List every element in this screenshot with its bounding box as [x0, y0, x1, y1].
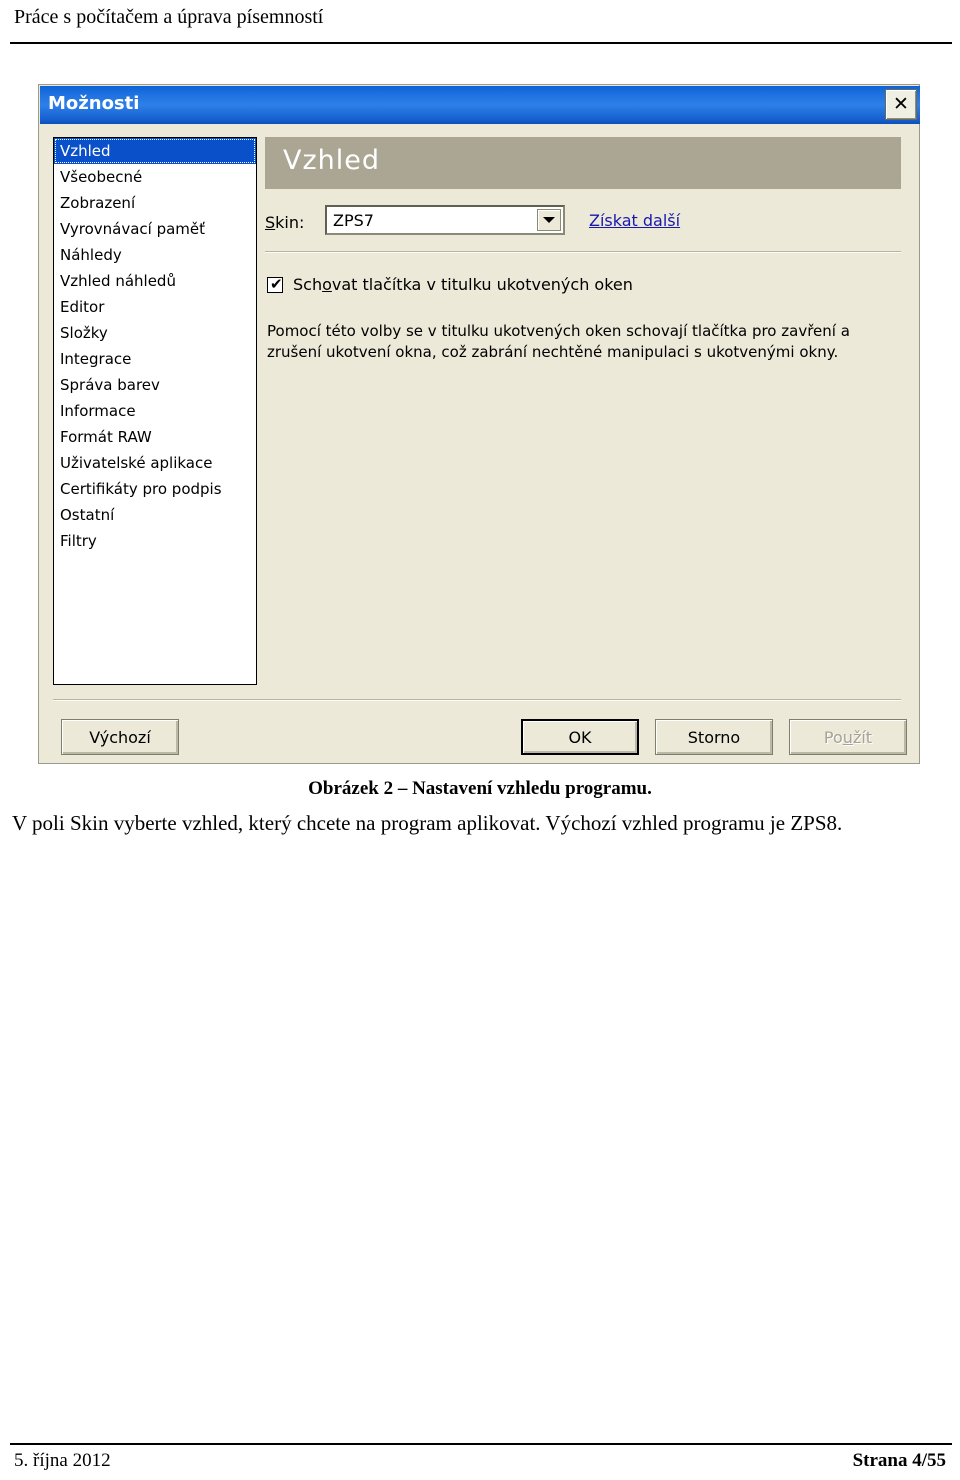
sidebar-item-7[interactable]: Složky [54, 320, 256, 346]
footer-divider [10, 1443, 952, 1445]
hide-buttons-checkbox-label: Schovat tlačítka v titulku ukotvených ok… [293, 275, 633, 294]
options-dialog: Možnosti ✕ Vzhled Všeobecné Zobrazení Vyrov… [38, 84, 920, 764]
check-icon: ✔ [270, 275, 283, 293]
ok-button[interactable]: OK [521, 719, 639, 755]
skin-dropdown-button[interactable] [537, 209, 561, 231]
option-description: Pomocí této volby se v titulku ukotvenýc… [267, 322, 850, 361]
footer-date: 5. října 2012 [14, 1450, 111, 1471]
skin-label: Skin: [265, 213, 305, 232]
sidebar-item-11[interactable]: Formát RAW [54, 424, 256, 450]
cancel-button[interactable]: Storno [655, 719, 773, 755]
page-header: Práce s počítačem a úprava písemností [0, 0, 960, 46]
sidebar-item-13[interactable]: Certifikáty pro podpis [54, 476, 256, 502]
sidebar-item-0[interactable]: Vzhled [54, 138, 256, 164]
body-paragraph: V poli Skin vyberte vzhled, který chcete… [12, 811, 843, 835]
chevron-down-icon [543, 217, 555, 223]
sidebar-item-8[interactable]: Integrace [54, 346, 256, 372]
dialog-titlebar: Možnosti ✕ [40, 86, 920, 124]
page-header-title: Práce s počítačem a úprava písemností [14, 6, 324, 28]
skin-combobox-value: ZPS7 [333, 211, 374, 230]
close-button[interactable]: ✕ [885, 89, 917, 120]
close-icon: ✕ [893, 93, 909, 115]
sidebar-item-10[interactable]: Informace [54, 398, 256, 424]
panel-header-band: Vzhled [265, 137, 901, 189]
figure-caption: Obrázek 2 – Nastavení vzhledu programu. [308, 778, 652, 799]
sidebar-item-3[interactable]: Vyrovnávací paměť [54, 216, 256, 242]
panel-heading: Vzhled [283, 145, 381, 176]
skin-combobox[interactable]: ZPS7 [325, 205, 565, 235]
sidebar-item-15[interactable]: Filtry [54, 528, 256, 554]
sidebar-item-6[interactable]: Editor [54, 294, 256, 320]
header-divider [10, 42, 952, 44]
dialog-footer-divider [53, 699, 901, 701]
options-category-list[interactable]: Vzhled Všeobecné Zobrazení Vyrovnávací pamě… [53, 137, 257, 685]
get-more-skins-link[interactable]: Získat další [589, 211, 680, 230]
sidebar-item-4[interactable]: Náhledy [54, 242, 256, 268]
sidebar-item-9[interactable]: Správa barev [54, 372, 256, 398]
sidebar-item-14[interactable]: Ostatní [54, 502, 256, 528]
hide-buttons-checkbox[interactable]: ✔ [267, 275, 283, 293]
sidebar-item-12[interactable]: Uživatelské aplikace [54, 450, 256, 476]
defaults-button[interactable]: Výchozí [61, 719, 179, 755]
sidebar-item-1[interactable]: Všeobecné [54, 164, 256, 190]
footer-page-number: Strana 4/55 [852, 1450, 946, 1471]
panel-divider [265, 251, 901, 253]
hide-buttons-checkbox-row[interactable]: ✔ Schovat tlačítka v titulku ukotvených … [267, 275, 633, 294]
apply-button: Po u žít [789, 719, 907, 755]
sidebar-item-5[interactable]: Vzhled náhledů [54, 268, 256, 294]
sidebar-item-2[interactable]: Zobrazení [54, 190, 256, 216]
dialog-title: Možnosti [48, 93, 140, 114]
